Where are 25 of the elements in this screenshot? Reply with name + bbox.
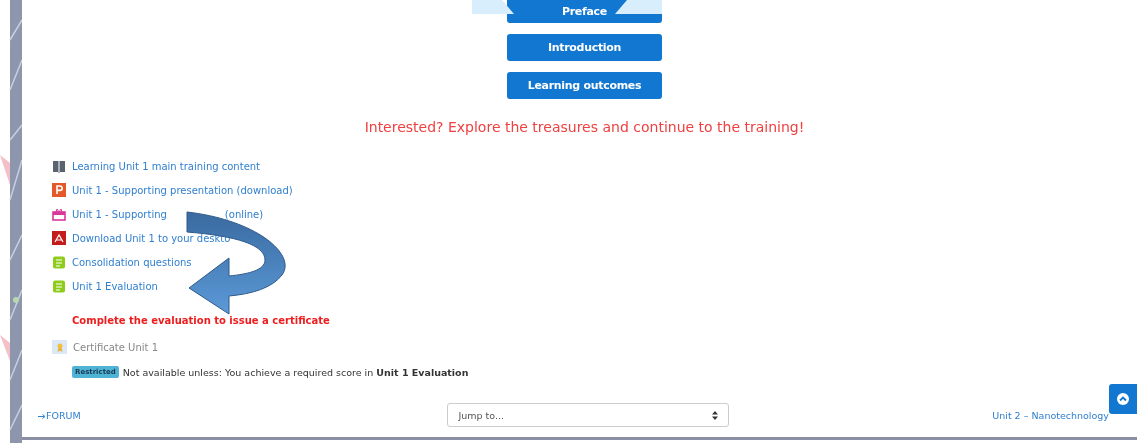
activity-link[interactable]: Consolidation questions: [72, 256, 192, 268]
next-link[interactable]: Unit 2 – Nanotechnology: [992, 409, 1109, 421]
clipboard-icon: [52, 255, 66, 269]
pdf-icon: [52, 231, 66, 245]
section-button[interactable]: Learning outcomes: [507, 72, 662, 99]
sort-caret-icon: [712, 410, 719, 420]
banner-text: Interested? Explore the treasures and continue to the training!: [364, 119, 805, 135]
book-icon: [52, 159, 66, 173]
activity-link[interactable]: Learning Unit 1 main training content: [72, 160, 261, 172]
activity-link[interactable]: Unit 1 - Supporting presentation (download): [72, 184, 293, 196]
clipboard-icon: [52, 279, 66, 293]
arrow-right-icon: [38, 413, 46, 419]
gift-icon: [52, 207, 66, 221]
activity-link[interactable]: Unit 1 - Supporting: [72, 208, 167, 220]
notice-text: Complete the evaluation to issue a certificate: [72, 315, 331, 326]
scroll-top-button[interactable]: [1109, 384, 1137, 414]
activity-link[interactable]: (online): [224, 208, 264, 220]
previous-link[interactable]: FORUM: [38, 409, 81, 421]
chevron-up-icon: [1117, 393, 1129, 405]
activity-link[interactable]: Unit 1 Evaluation: [72, 280, 158, 292]
certificate-icon: [52, 340, 67, 354]
jump-select[interactable]: Jump to...: [447, 403, 730, 427]
section-button[interactable]: Introduction: [507, 34, 662, 61]
restriction-text: Not available unless: You achieve a required score in Unit 1 Evaluation: [122, 366, 469, 378]
presentation-icon: [52, 183, 66, 197]
